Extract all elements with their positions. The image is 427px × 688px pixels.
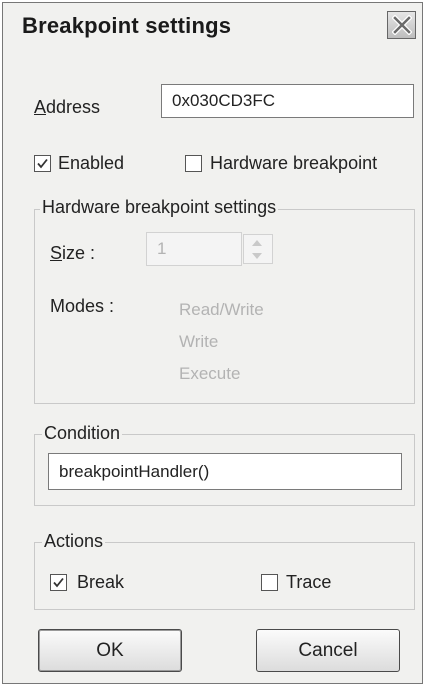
hardware-settings-title: Hardware breakpoint settings xyxy=(40,197,279,218)
actions-title: Actions xyxy=(42,531,106,552)
trace-label: Trace xyxy=(286,572,332,592)
cancel-button[interactable]: Cancel xyxy=(256,629,400,672)
hardware-breakpoint-label: Hardware breakpoint xyxy=(210,153,378,173)
address-input[interactable]: 0x030CD3FC xyxy=(161,84,414,118)
size-input[interactable]: 1 xyxy=(146,232,242,266)
size-label: Size : xyxy=(50,243,96,263)
spinner-down-icon xyxy=(252,253,262,259)
mode-execute[interactable]: Execute xyxy=(179,364,240,384)
enabled-checkbox[interactable] xyxy=(34,155,51,172)
dialog-title: Breakpoint settings xyxy=(22,13,232,38)
mode-read-write[interactable]: Read/Write xyxy=(179,300,264,320)
size-spinner[interactable] xyxy=(243,234,273,264)
ok-button[interactable]: OK xyxy=(38,629,182,672)
modes-label: Modes : xyxy=(50,296,115,316)
mode-write[interactable]: Write xyxy=(179,332,218,352)
spinner-up-icon xyxy=(252,240,262,246)
title-bar: Breakpoint settings xyxy=(3,3,422,47)
checkmark-icon xyxy=(53,577,64,588)
address-label: Address xyxy=(34,97,101,117)
hardware-breakpoint-checkbox[interactable] xyxy=(185,155,202,172)
breakpoint-settings-dialog: Breakpoint settings Address 0x030CD3FC E… xyxy=(2,2,423,684)
condition-title: Condition xyxy=(42,423,123,444)
break-checkbox[interactable] xyxy=(50,574,67,591)
close-icon xyxy=(392,15,412,35)
close-button[interactable] xyxy=(387,11,416,39)
checkmark-icon xyxy=(37,158,48,169)
trace-checkbox[interactable] xyxy=(261,574,278,591)
condition-input[interactable]: breakpointHandler() xyxy=(48,453,402,490)
enabled-label: Enabled xyxy=(58,153,125,173)
break-label: Break xyxy=(77,572,125,592)
